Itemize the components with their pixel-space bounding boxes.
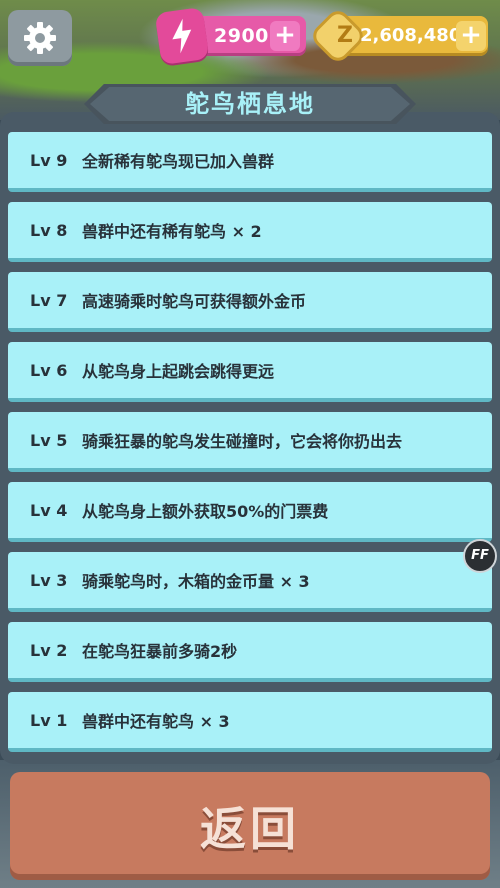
add-energy-button[interactable]: + xyxy=(270,21,300,51)
level-description: 在鸵鸟狂暴前多骑2秒 xyxy=(82,642,238,661)
level-row: Lv 4 从鸵鸟身上额外获取50%的门票费 xyxy=(8,482,492,542)
level-row: Lv 2 在鸵鸟狂暴前多骑2秒 xyxy=(8,622,492,682)
energy-counter: 2900 + xyxy=(154,6,306,66)
level-tag: Lv 7 xyxy=(30,290,68,310)
level-row: Lv 1 兽群中还有鸵鸟 × 3 xyxy=(8,692,492,752)
gear-icon xyxy=(24,22,56,54)
level-row: Lv 6 从鸵鸟身上起跳会跳得更远 xyxy=(8,342,492,402)
panel-title: 鸵鸟栖息地 xyxy=(185,90,315,118)
level-description: 从鸵鸟身上起跳会跳得更远 xyxy=(82,362,275,381)
level-row: Lv 9 全新稀有鸵鸟现已加入兽群 xyxy=(8,132,492,192)
level-description: 兽群中还有鸵鸟 × 3 xyxy=(82,712,230,731)
level-tag: Lv 8 xyxy=(30,220,68,240)
level-tag: Lv 1 xyxy=(30,710,68,730)
level-tag: Lv 9 xyxy=(30,150,68,170)
level-description: 骑乘狂暴的鸵鸟发生碰撞时，它会将你扔出去 xyxy=(82,432,403,451)
back-button-label: 返回 xyxy=(200,802,300,856)
level-description: 兽群中还有稀有鸵鸟 × 2 xyxy=(82,222,262,241)
level-description: 骑乘鸵鸟时，木箱的金币量 × 3 xyxy=(82,572,310,591)
level-tag: Lv 2 xyxy=(30,640,68,660)
level-tag: Lv 4 xyxy=(30,500,68,520)
level-description: 从鸵鸟身上额外获取50%的门票费 xyxy=(82,502,329,521)
level-row: Lv 8 兽群中还有稀有鸵鸟 × 2 xyxy=(8,202,492,262)
level-description: 全新稀有鸵鸟现已加入兽群 xyxy=(82,152,275,171)
settings-button[interactable] xyxy=(8,10,72,66)
level-description: 高速骑乘时鸵鸟可获得额外金币 xyxy=(82,292,307,311)
coin-symbol: Z xyxy=(337,23,353,48)
level-tag: Lv 3 xyxy=(30,570,68,590)
energy-value: 2900 xyxy=(214,25,269,47)
ff-overlay-badge[interactable]: FF xyxy=(463,539,497,573)
level-tag: Lv 5 xyxy=(30,430,68,450)
level-row: Lv 7 高速骑乘时鸵鸟可获得额外金币 xyxy=(8,272,492,332)
coin-value: 2,608,480 xyxy=(360,25,462,46)
add-coins-button[interactable]: + xyxy=(456,21,486,51)
level-row: Lv 5 骑乘狂暴的鸵鸟发生碰撞时，它会将你扔出去 xyxy=(8,412,492,472)
level-tag: Lv 6 xyxy=(30,360,68,380)
back-button[interactable]: 返回 xyxy=(10,772,490,880)
coin-counter: Z 2,608,480 + xyxy=(312,10,488,62)
lightning-icon xyxy=(154,6,210,66)
level-row: Lv 3 骑乘鸵鸟时，木箱的金币量 × 3 xyxy=(8,552,492,612)
